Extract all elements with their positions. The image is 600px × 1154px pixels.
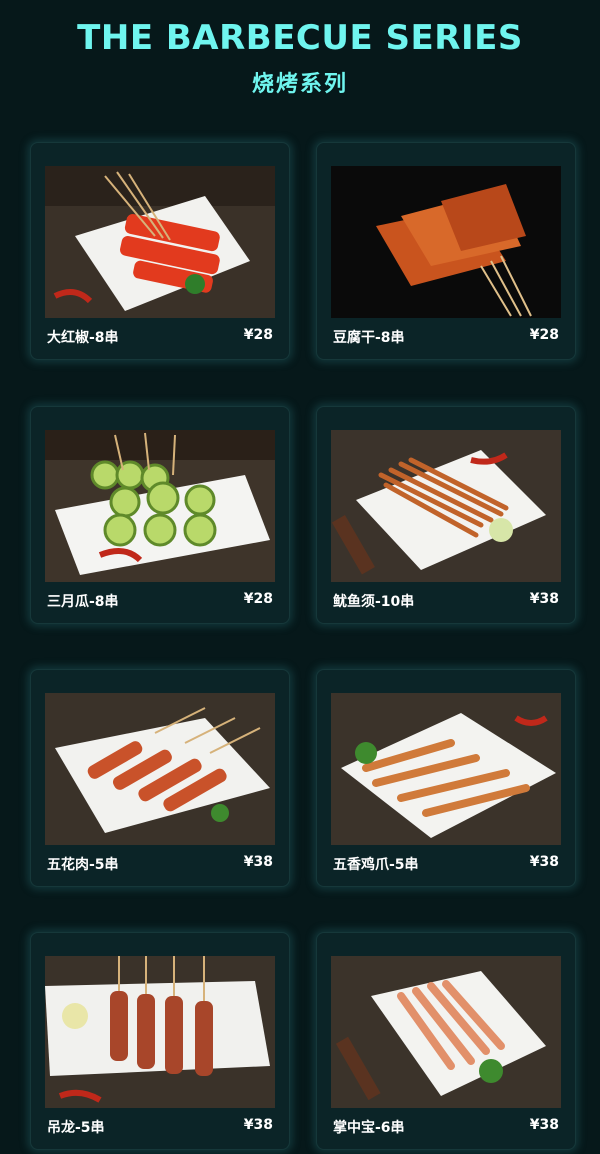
food-photo-chicken-knuckle — [331, 956, 561, 1108]
item-name: 豆腐干-8串 — [333, 330, 405, 346]
item-price: ¥28 — [529, 327, 559, 343]
item-price: ¥38 — [243, 854, 273, 870]
menu-card[interactable]: 大红椒-8串 ¥28 — [30, 142, 290, 360]
menu-card[interactable]: 五香鸡爪-5串 ¥38 — [316, 669, 576, 887]
page-subtitle: 烧烤系列 — [251, 72, 348, 97]
food-photo-chicken-feet — [331, 693, 561, 845]
item-name: 五花肉-5串 — [47, 857, 119, 873]
item-price: ¥38 — [529, 591, 559, 607]
menu-card[interactable]: 五花肉-5串 ¥38 — [30, 669, 290, 887]
menu-page: THE BARBECUE SERIES 烧烤系列 大红椒-8串 ¥28 豆腐干-… — [0, 0, 600, 1154]
item-name: 鱿鱼须-10串 — [333, 594, 415, 610]
food-photo-beef — [45, 956, 275, 1108]
menu-card[interactable]: 吊龙-5串 ¥38 — [30, 932, 290, 1150]
item-price: ¥38 — [529, 1117, 559, 1133]
item-name: 吊龙-5串 — [47, 1120, 105, 1136]
food-photo-zucchini — [45, 430, 275, 582]
item-name: 三月瓜-8串 — [47, 594, 119, 610]
food-photo-tofu — [331, 166, 561, 318]
food-photo-red-pepper — [45, 166, 275, 318]
page-title: THE BARBECUE SERIES — [77, 18, 523, 58]
item-price: ¥38 — [243, 1117, 273, 1133]
food-photo-pork-belly — [45, 693, 275, 845]
menu-card[interactable]: 豆腐干-8串 ¥28 — [316, 142, 576, 360]
item-name: 五香鸡爪-5串 — [333, 857, 419, 873]
item-name: 大红椒-8串 — [47, 330, 119, 346]
menu-card[interactable]: 三月瓜-8串 ¥28 — [30, 406, 290, 624]
item-price: ¥38 — [529, 854, 559, 870]
item-name: 掌中宝-6串 — [333, 1120, 405, 1136]
item-price: ¥28 — [243, 327, 273, 343]
menu-card[interactable]: 掌中宝-6串 ¥38 — [316, 932, 576, 1150]
item-price: ¥28 — [243, 591, 273, 607]
menu-card[interactable]: 鱿鱼须-10串 ¥38 — [316, 406, 576, 624]
food-photo-squid — [331, 430, 561, 582]
